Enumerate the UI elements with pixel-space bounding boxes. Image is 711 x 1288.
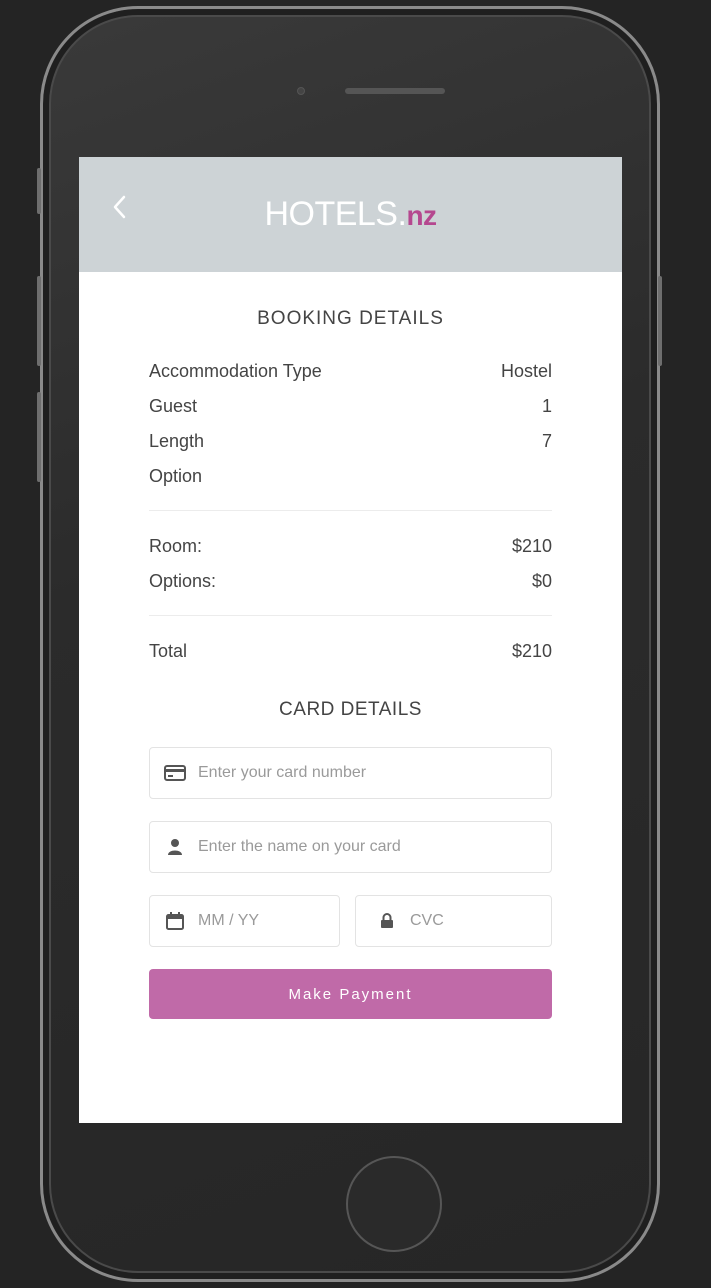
app-screen: HOTELS.nz BOOKING DETAILS Accommodation … bbox=[79, 157, 622, 1123]
cost-label: Options: bbox=[149, 571, 217, 591]
home-button[interactable] bbox=[346, 1156, 442, 1252]
cost-label: Room: bbox=[149, 536, 203, 556]
booking-content: BOOKING DETAILS Accommodation Type Hoste… bbox=[79, 308, 622, 1019]
cvc-placeholder: CVC bbox=[410, 912, 444, 929]
cost-row-room: Room: $210 bbox=[149, 529, 552, 564]
detail-value: 1 bbox=[541, 396, 552, 416]
lock-icon bbox=[376, 913, 398, 929]
detail-label: Length bbox=[149, 431, 205, 451]
cost-value: $0 bbox=[531, 571, 552, 591]
expiry-placeholder: MM / YY bbox=[198, 912, 260, 929]
card-name-placeholder: Enter the name on your card bbox=[198, 838, 401, 855]
expiry-input[interactable]: MM / YY bbox=[149, 895, 340, 947]
booking-details-title: BOOKING DETAILS bbox=[257, 308, 444, 329]
detail-value: Hostel bbox=[500, 361, 552, 381]
detail-row-length: Length 7 bbox=[149, 424, 552, 459]
app-header: HOTELS.nz bbox=[79, 157, 622, 272]
calendar-icon bbox=[164, 911, 186, 931]
detail-row-accommodation: Accommodation Type Hostel bbox=[149, 354, 552, 389]
credit-card-icon bbox=[164, 765, 186, 781]
volume-up-button bbox=[37, 276, 41, 366]
detail-label: Guest bbox=[149, 396, 198, 416]
detail-label: Accommodation Type bbox=[149, 361, 322, 381]
earpiece-speaker bbox=[345, 88, 445, 94]
logo-main: HOTELS. bbox=[264, 195, 407, 233]
card-details-title: CARD DETAILS bbox=[279, 699, 422, 720]
detail-label: Option bbox=[149, 466, 203, 486]
card-number-input[interactable]: Enter your card number bbox=[149, 747, 552, 799]
user-icon bbox=[164, 838, 186, 856]
total-row: Total $210 bbox=[149, 634, 552, 669]
power-button bbox=[658, 276, 662, 366]
booking-details-list: Accommodation Type Hostel Guest 1 Length… bbox=[149, 354, 552, 494]
make-payment-button[interactable]: Make Payment bbox=[149, 969, 552, 1019]
front-camera bbox=[297, 87, 305, 95]
mute-switch bbox=[37, 168, 41, 214]
card-name-input[interactable]: Enter the name on your card bbox=[149, 821, 552, 873]
cost-value: $210 bbox=[511, 536, 552, 556]
cvc-input[interactable]: CVC bbox=[355, 895, 552, 947]
volume-down-button bbox=[37, 392, 41, 482]
divider bbox=[149, 615, 552, 616]
expiry-cvc-row: MM / YY CVC bbox=[149, 895, 552, 969]
logo-tld: nz bbox=[406, 200, 437, 231]
stage: HOTELS.nz BOOKING DETAILS Accommodation … bbox=[0, 0, 711, 1288]
card-number-placeholder: Enter your card number bbox=[198, 764, 367, 781]
brand-logo: HOTELS.nz bbox=[79, 195, 622, 234]
detail-row-option: Option bbox=[149, 459, 552, 494]
divider bbox=[149, 510, 552, 511]
total-label: Total bbox=[149, 641, 188, 661]
detail-value: 7 bbox=[541, 431, 552, 451]
detail-row-guest: Guest 1 bbox=[149, 389, 552, 424]
cost-row-options: Options: $0 bbox=[149, 564, 552, 599]
total-value: $210 bbox=[511, 641, 552, 661]
